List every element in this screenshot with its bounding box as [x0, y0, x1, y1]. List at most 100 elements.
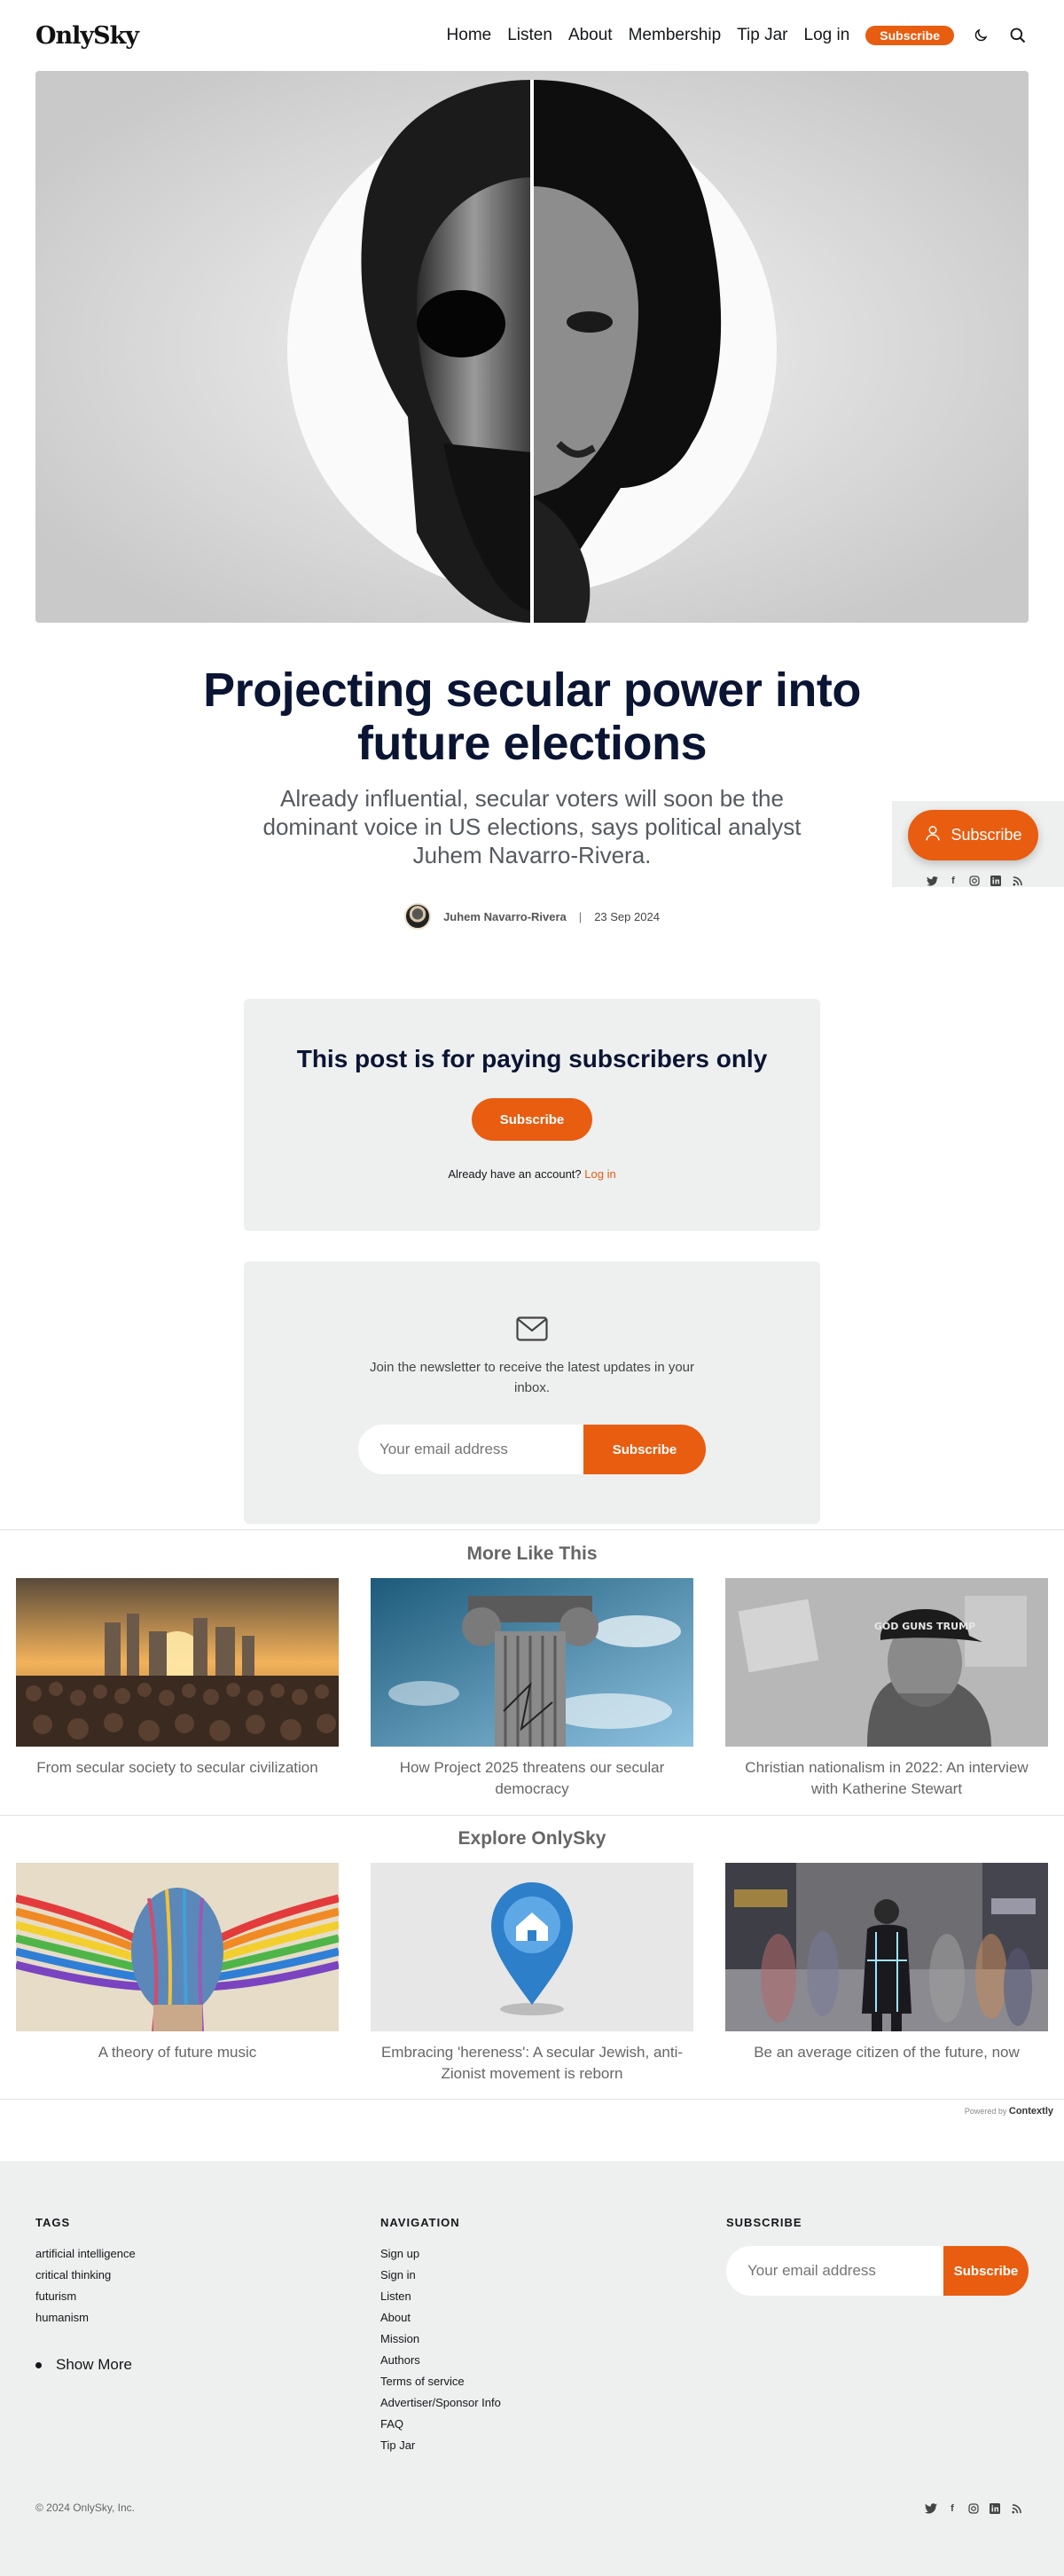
post-byline: Juhem Navarro-Rivera | 23 Sep 2024 [0, 903, 1064, 930]
card-image-man-in-cap[interactable]: GOD GUNS TRUMP [725, 1578, 1048, 1747]
search-icon[interactable] [1007, 25, 1029, 46]
copyright: © 2024 OnlySky, Inc. [35, 2501, 136, 2514]
hat-text: GOD GUNS TRUMP [874, 1621, 975, 1632]
paywall-login-link[interactable]: Log in [584, 1167, 615, 1181]
show-more-label: Show More [56, 2356, 132, 2373]
card-caption[interactable]: From secular society to secular civiliza… [16, 1757, 339, 1779]
footer-nav-authors[interactable]: Authors [380, 2353, 420, 2367]
card-image-crowd-city[interactable] [16, 1578, 339, 1747]
post-date: 23 Sep 2024 [594, 909, 660, 923]
nav-membership[interactable]: Membership [629, 26, 722, 45]
paywall-account-text: Already have an account? Log in [244, 1167, 820, 1181]
author-name[interactable]: Juhem Navarro-Rivera [443, 910, 567, 923]
footer-tag-link[interactable]: humanism [35, 2311, 89, 2324]
related-card[interactable]: How Project 2025 threatens our secular d… [371, 1578, 693, 1800]
footer-subscribe-button[interactable]: Subscribe [943, 2246, 1029, 2296]
footer-nav-faq[interactable]: FAQ [380, 2417, 403, 2431]
rss-icon[interactable] [1010, 2503, 1022, 2514]
facebook-icon[interactable]: f [947, 876, 959, 886]
footer-nav-title: NAVIGATION [380, 2216, 460, 2229]
related-card[interactable]: GOD GUNS TRUMP Christian nationalism in … [725, 1578, 1048, 1800]
bullet-icon [35, 2361, 42, 2368]
related-card[interactable]: From secular society to secular civiliza… [16, 1578, 339, 1800]
twitter-icon[interactable] [926, 876, 938, 886]
paywall-box: This post is for paying subscribers only… [244, 999, 820, 1231]
divider [0, 1529, 1064, 1530]
divider [0, 2099, 1064, 2100]
divider [0, 1815, 1064, 1816]
floating-subscribe-button[interactable]: Subscribe [908, 810, 1038, 860]
footer-tag-link[interactable]: futurism [35, 2289, 76, 2303]
newsletter-subscribe-button[interactable]: Subscribe [583, 1425, 706, 1474]
twitter-icon[interactable] [925, 2503, 937, 2514]
account-prompt: Already have an account? [448, 1167, 582, 1181]
footer-tags-title: TAGS [35, 2216, 71, 2229]
card-image-street-crowd[interactable] [725, 1863, 1048, 2031]
nav-about[interactable]: About [568, 26, 613, 45]
explore-title: Explore OnlySky [458, 1828, 606, 1849]
site-footer: TAGS artificial intelligence critical th… [0, 2161, 1064, 2576]
floating-subscribe-panel: Subscribe f [892, 801, 1064, 887]
header-subscribe-button[interactable]: Subscribe [865, 26, 954, 45]
facebook-icon[interactable]: f [946, 2503, 958, 2514]
hero-image [35, 71, 1029, 623]
instagram-icon[interactable] [967, 2503, 980, 2514]
footer-tags: TAGS artificial intelligence critical th… [35, 2216, 136, 2329]
nav-tip-jar[interactable]: Tip Jar [737, 26, 787, 45]
footer-nav-terms[interactable]: Terms of service [380, 2375, 465, 2388]
instagram-icon[interactable] [968, 876, 981, 886]
more-like-this-title: More Like This [466, 1543, 598, 1564]
main-nav: Home Listen About Membership Tip Jar Log… [447, 25, 1029, 46]
more-like-this-cards: From secular society to secular civiliza… [16, 1578, 1048, 1800]
explore-card[interactable]: A theory of future music [16, 1863, 339, 2085]
card-caption[interactable]: Embracing 'hereness': A secular Jewish, … [371, 2042, 693, 2085]
card-caption[interactable]: A theory of future music [16, 2042, 339, 2063]
footer-tag-link[interactable]: artificial intelligence [35, 2247, 136, 2260]
footer-nav-listen[interactable]: Listen [380, 2289, 411, 2303]
footer-nav-mission[interactable]: Mission [380, 2332, 419, 2345]
rss-icon[interactable] [1011, 876, 1023, 886]
explore-card[interactable]: Be an average citizen of the future, now [725, 1863, 1048, 2085]
footer-nav-advertiser[interactable]: Advertiser/Sponsor Info [380, 2396, 501, 2409]
newsletter-form: Subscribe [358, 1425, 706, 1474]
card-caption[interactable]: Christian nationalism in 2022: An interv… [725, 1757, 1048, 1800]
byline-separator: | [578, 909, 583, 923]
explore-card[interactable]: Embracing 'hereness': A secular Jewish, … [371, 1863, 693, 2085]
moon-icon[interactable] [970, 25, 991, 46]
nav-home[interactable]: Home [447, 26, 492, 45]
nav-login[interactable]: Log in [804, 26, 850, 45]
card-image-column[interactable] [371, 1578, 693, 1747]
card-caption[interactable]: How Project 2025 threatens our secular d… [371, 1757, 693, 1800]
newsletter-box: Join the newsletter to receive the lates… [244, 1261, 820, 1524]
footer-nav-sign-in[interactable]: Sign in [380, 2268, 416, 2281]
post-excerpt: Already influential, secular voters will… [262, 785, 802, 868]
envelope-icon [516, 1316, 548, 1341]
paywall-subscribe-button[interactable]: Subscribe [472, 1098, 592, 1141]
linkedin-icon[interactable] [990, 876, 1002, 886]
footer-nav-tip-jar[interactable]: Tip Jar [380, 2439, 415, 2452]
powered-by[interactable]: Powered by Contextly [965, 2106, 1053, 2117]
newsletter-email-input[interactable] [358, 1425, 583, 1474]
powered-by-brand: Contextly [1008, 2106, 1053, 2117]
show-more-tags[interactable]: Show More [35, 2356, 132, 2374]
user-icon [924, 824, 942, 846]
site-logo[interactable]: OnlySky [35, 22, 139, 50]
footer-navigation: NAVIGATION Sign up Sign in Listen About … [380, 2216, 501, 2456]
site-header: OnlySky Home Listen About Membership Tip… [0, 0, 1064, 71]
explore-cards: A theory of future music Embracing 'here… [16, 1863, 1048, 2085]
newsletter-text: Join the newsletter to receive the lates… [369, 1360, 695, 1395]
paywall-heading: This post is for paying subscribers only [296, 1045, 768, 1072]
card-caption[interactable]: Be an average citizen of the future, now [725, 2042, 1048, 2063]
footer-subscribe-form: Subscribe [726, 2246, 1029, 2296]
author-avatar[interactable] [404, 903, 432, 930]
footer-tag-link[interactable]: critical thinking [35, 2268, 111, 2281]
powered-by-label: Powered by [964, 2107, 1007, 2116]
footer-nav-about[interactable]: About [380, 2311, 411, 2324]
card-image-rainbow-head[interactable] [16, 1863, 339, 2031]
footer-email-input[interactable] [726, 2246, 943, 2296]
nav-listen[interactable]: Listen [507, 26, 552, 45]
linkedin-icon[interactable] [989, 2503, 1001, 2514]
footer-nav-sign-up[interactable]: Sign up [380, 2247, 419, 2260]
card-image-home-pin[interactable] [371, 1863, 693, 2031]
footer-subscribe-title: SUBSCRIBE [726, 2216, 802, 2229]
